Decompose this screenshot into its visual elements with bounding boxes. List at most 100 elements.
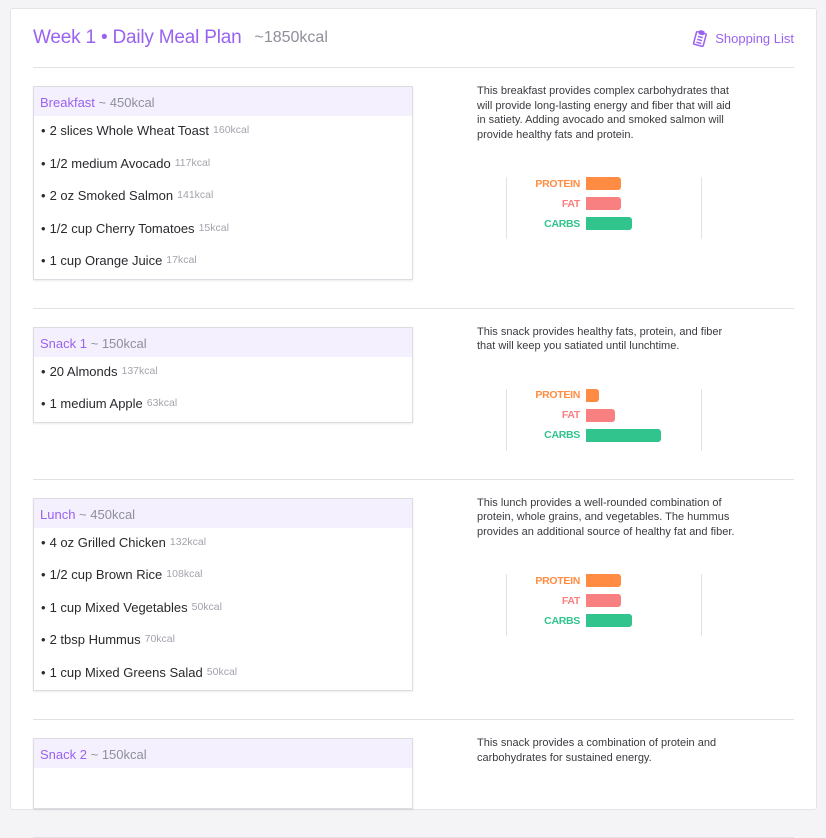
- meal-header: Lunch ~ 450kcal: [34, 498, 412, 528]
- meal-header: Breakfast ~ 450kcal: [34, 87, 412, 116]
- macro-row-protein: PROTEIN: [507, 177, 700, 190]
- meal-plan-card: Week 1 • Daily Meal Plan ~1850kcal Shopp…: [10, 8, 817, 838]
- macro-label-carbs: CARBS: [544, 217, 580, 230]
- macro-label-protein: PROTEIN: [535, 177, 580, 190]
- food-item-label: 20 Almonds: [49, 363, 118, 379]
- macro-bar-protein: [586, 574, 622, 587]
- food-item-kcal: 17kcal: [166, 254, 197, 266]
- macro-row-fat: FAT: [507, 197, 700, 210]
- meal-box: Snack 2 ~ 150kcal: [33, 738, 413, 809]
- meal-kcal: ~ 450kcal: [98, 95, 155, 110]
- macro-chart: PROTEIN FAT CARBS: [506, 177, 702, 239]
- header: Week 1 • Daily Meal Plan ~1850kcal Shopp…: [33, 9, 794, 68]
- macro-label-fat: FAT: [561, 409, 580, 421]
- macro-bar-carbs: [586, 428, 662, 442]
- food-item-kcal: 50kcal: [206, 665, 238, 678]
- food-item-label: 1 cup Mixed Vegetables: [49, 599, 188, 615]
- food-item-kcal: 15kcal: [198, 221, 229, 234]
- meal-description: This lunch provides a well-rounded combi…: [477, 496, 735, 538]
- food-item-label: 2 tbsp Hummus: [49, 632, 141, 647]
- bullet: •: [41, 567, 46, 582]
- page-title: Week 1 • Daily Meal Plan: [33, 27, 242, 48]
- macro-row-protein: PROTEIN: [507, 574, 700, 587]
- meal-section-breakfast: Breakfast ~ 450kcal • 2 slices Whole Wheat…: [33, 68, 794, 309]
- macro-label-carbs: CARBS: [544, 429, 580, 441]
- food-item-kcal: 117kcal: [174, 156, 211, 169]
- food-item: • 4 oz Grilled Chicken 132kcal: [34, 528, 412, 561]
- meal-section-lunch: Lunch ~ 450kcal • 4 oz Grilled Chicken 132k…: [33, 480, 794, 720]
- meal-list: Breakfast ~ 450kcal • 2 slices Whole Wheat…: [33, 68, 794, 838]
- meal-name: Breakfast: [40, 95, 95, 110]
- food-item: • 20 Almonds 137kcal: [34, 357, 412, 390]
- food-item-kcal: 160kcal: [213, 124, 250, 136]
- food-item-label: 1 cup Mixed Greens Salad: [49, 664, 203, 680]
- meal-description: This snack provides a combination of pro…: [477, 737, 717, 764]
- bullet: •: [41, 155, 46, 171]
- meal-section-snack-2: Snack 2 ~ 150kcal This snack provides a c…: [33, 720, 794, 838]
- food-item-label: 2 oz Smoked Salmon: [49, 188, 174, 203]
- meal-section-snack-1: Snack 1 ~ 150kcal • 20 Almonds 137kcal • 1 me…: [33, 309, 794, 480]
- macro-row-carbs: CARBS: [507, 217, 700, 230]
- meal-box: Breakfast ~ 450kcal • 2 slices Whole Wheat…: [33, 86, 413, 280]
- total-calories: ~1850kcal: [254, 29, 328, 46]
- food-item: • 2 tbsp Hummus 70kcal: [34, 625, 412, 658]
- meal-kcal: ~ 150kcal: [90, 747, 147, 762]
- food-item-label: 1/2 medium Avocado: [49, 155, 171, 171]
- bullet: •: [41, 253, 46, 268]
- bullet: •: [41, 632, 46, 647]
- food-item-label: 4 oz Grilled Chicken: [49, 534, 166, 550]
- bullet: •: [41, 220, 46, 236]
- shopping-list-link[interactable]: Shopping List: [692, 29, 794, 47]
- food-item-kcal: 108kcal: [166, 568, 203, 580]
- macro-label-protein: PROTEIN: [535, 574, 580, 587]
- food-item-label: 1 medium Apple: [49, 396, 143, 411]
- bullet: •: [41, 188, 46, 203]
- meal-kcal: ~ 450kcal: [79, 506, 136, 522]
- meal-kcal: ~ 150kcal: [90, 335, 147, 351]
- bullet: •: [41, 123, 46, 138]
- bullet: •: [41, 363, 46, 379]
- meal-name: Lunch: [40, 506, 76, 522]
- food-item: • 2 oz Smoked Salmon 141kcal: [34, 181, 412, 214]
- macro-chart: PROTEIN FAT CARBS: [506, 388, 702, 451]
- meal-header: Snack 1 ~ 150kcal: [34, 327, 412, 357]
- meal-name: Snack 2: [40, 747, 87, 762]
- macro-label-fat: FAT: [561, 197, 580, 210]
- macro-bar-protein: [586, 388, 599, 402]
- meal-name: Snack 1: [40, 335, 87, 351]
- macro-bar-protein: [586, 177, 622, 190]
- food-item-kcal: 63kcal: [146, 397, 178, 409]
- food-item-kcal: 132kcal: [169, 535, 207, 548]
- food-item-kcal: 137kcal: [121, 364, 158, 377]
- food-item-kcal: 50kcal: [191, 600, 222, 613]
- macro-bar-fat: [586, 408, 615, 422]
- macro-chart: PROTEIN FAT CARBS: [506, 574, 702, 636]
- macro-bar-carbs: [586, 217, 632, 230]
- food-item-label: 1/2 cup Cherry Tomatoes: [49, 220, 195, 236]
- macro-row-fat: FAT: [507, 594, 700, 607]
- macro-row-protein: PROTEIN: [507, 388, 700, 402]
- macro-label-fat: FAT: [561, 594, 580, 607]
- clipboard-list-icon: [693, 29, 708, 47]
- macro-label-carbs: CARBS: [544, 614, 580, 627]
- macro-bar-fat: [586, 594, 622, 607]
- food-item: • 1 medium Apple 63kcal: [34, 389, 412, 422]
- bullet: •: [41, 599, 46, 615]
- meal-description: This breakfast provides complex carbohyd…: [477, 85, 731, 141]
- macro-label-protein: PROTEIN: [535, 389, 580, 401]
- meal-box: Snack 1 ~ 150kcal • 20 Almonds 137kcal • 1 me…: [33, 326, 413, 423]
- food-item: • 1/2 medium Avocado 117kcal: [34, 149, 412, 182]
- bullet: •: [41, 396, 46, 411]
- food-item: • 1 cup Mixed Greens Salad 50kcal: [34, 658, 412, 691]
- meal-header: Snack 2 ~ 150kcal: [34, 739, 412, 768]
- macro-bar-fat: [586, 197, 622, 210]
- shopping-list-label: Shopping List: [715, 30, 794, 46]
- food-item-label: 1/2 cup Brown Rice: [49, 567, 163, 582]
- food-item: • 1 cup Orange Juice 17kcal: [34, 246, 412, 279]
- food-item: • 1/2 cup Brown Rice 108kcal: [34, 560, 412, 593]
- food-item-label: 2 slices Whole Wheat Toast: [49, 123, 210, 138]
- food-item-label: 1 cup Orange Juice: [49, 253, 163, 268]
- macro-row-fat: FAT: [507, 408, 700, 422]
- macro-row-carbs: CARBS: [507, 428, 700, 442]
- bullet: •: [41, 534, 46, 550]
